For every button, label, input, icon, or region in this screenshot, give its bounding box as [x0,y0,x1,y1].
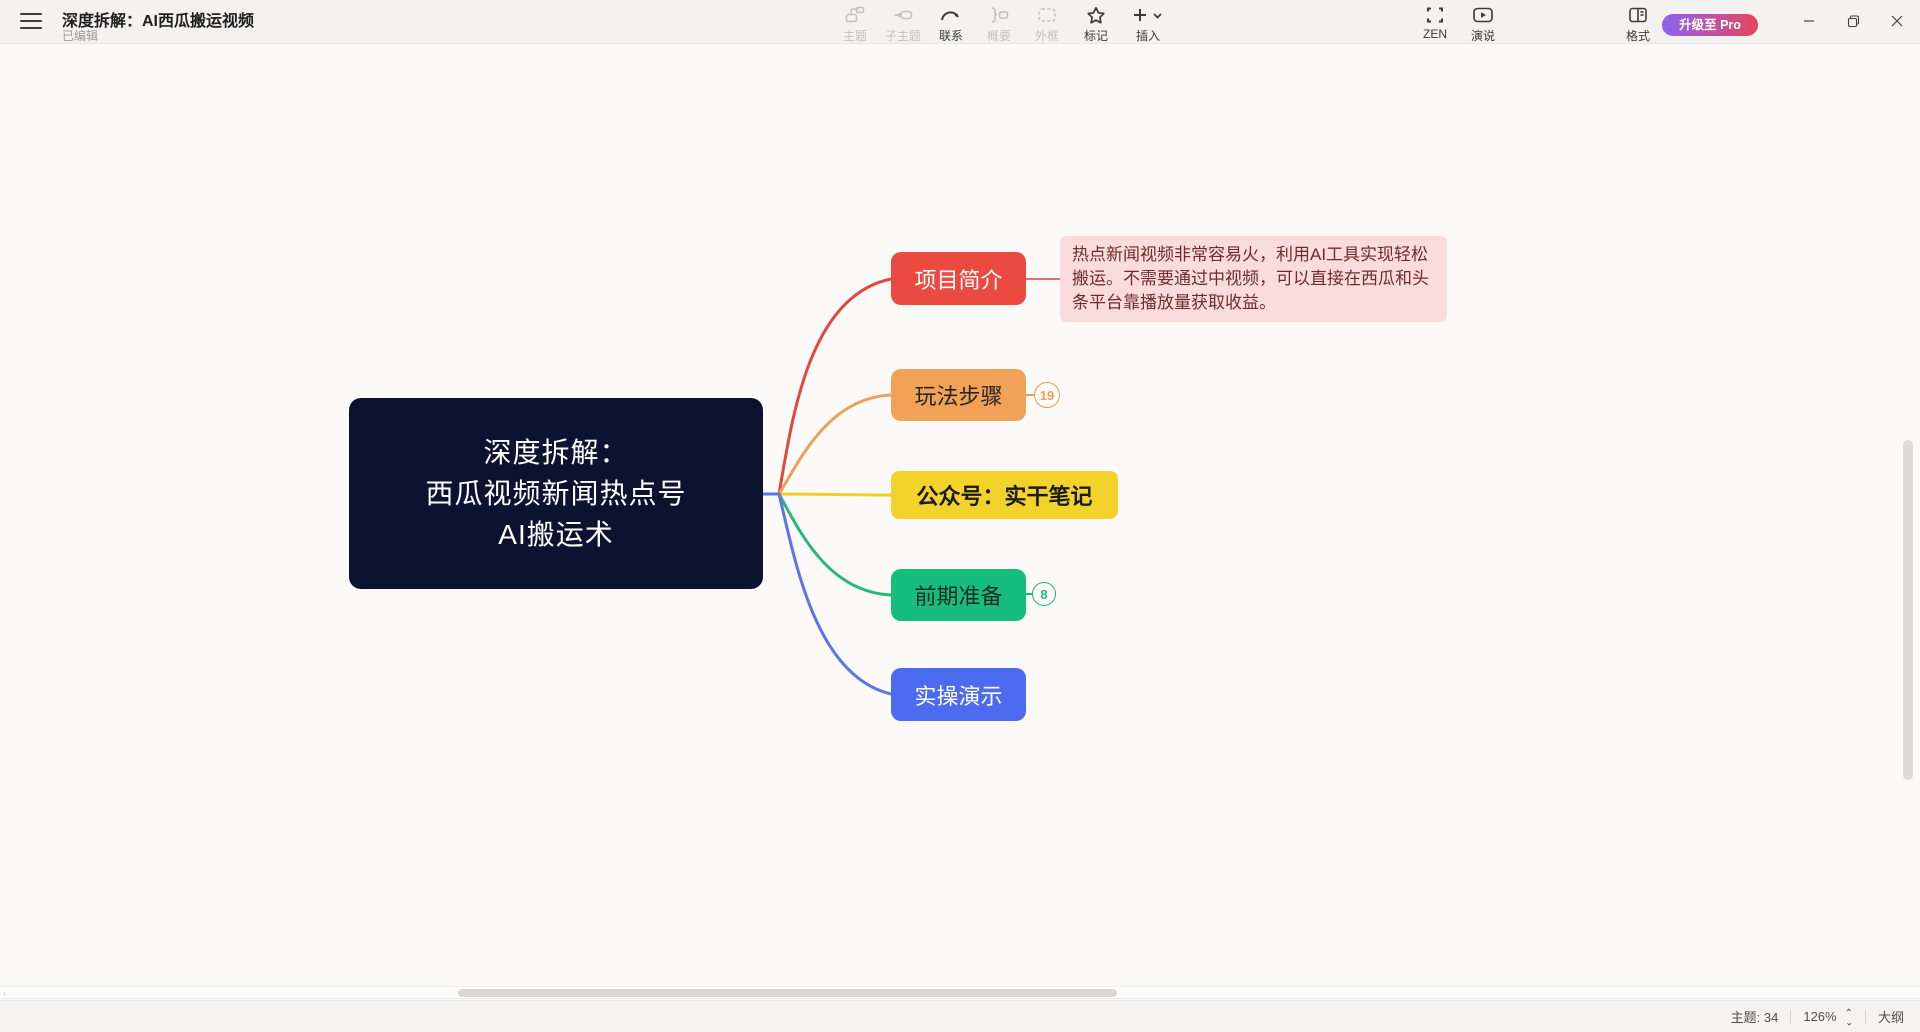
hamburger-menu-icon[interactable] [20,13,42,31]
central-topic-line2: 西瓜视频新闻热点号 [425,473,686,514]
toolbar-topic-label: 主题 [830,27,880,44]
central-topic-line1: 深度拆解： [483,432,628,473]
toolbar-insert-label: 插入 [1119,27,1177,44]
format-panel-icon [1613,5,1663,25]
present-button[interactable]: 演说 [1458,5,1508,44]
format-panel-label: 格式 [1613,27,1663,44]
present-label: 演说 [1458,27,1508,44]
statusbar-divider [1790,1010,1791,1024]
toolbar-subtopic-button[interactable]: 子主题 [878,5,928,44]
marker-star-icon [1071,5,1121,25]
present-play-icon [1458,5,1508,25]
branch-demo[interactable]: 实操演示 [891,668,1026,721]
maximize-restore-button[interactable] [1838,8,1868,34]
subtopic-icon [878,5,928,25]
project-intro-note[interactable]: 热点新闻视频非常容易火，利用AI工具实现轻松搬运。不需要通过中视频，可以直接在西… [1060,236,1447,322]
branch-preparation[interactable]: 前期准备 [891,569,1026,621]
outline-toggle[interactable]: 大纲 [1878,1007,1904,1026]
toolbar-relationship-label: 联系 [926,27,976,44]
horizontal-scrollbar-track[interactable]: ‹ [0,986,1920,999]
branch-gameplay-steps[interactable]: 玩法步骤 [891,369,1026,421]
toolbar-insert-button[interactable]: 插入 [1119,5,1177,44]
upgrade-pro-button[interactable]: 升级至 Pro [1662,14,1758,36]
topic-icon [830,5,880,25]
zen-mode-icon [1410,5,1460,25]
topic-count: 主题: 34 [1731,1007,1779,1026]
zen-mode-label: ZEN [1410,27,1460,41]
branch-wechat-account[interactable]: 公众号：实干笔记 [891,471,1118,519]
title-bar: 深度拆解：AI西瓜搬运视频 已编辑 主题 子主题 联系 概要 外框 [0,0,1920,44]
branch-project-intro[interactable]: 项目简介 [891,252,1026,305]
toolbar-topic-button[interactable]: 主题 [830,5,880,44]
toolbar-marker-button[interactable]: 标记 [1071,5,1121,44]
toolbar-relationship-button[interactable]: 联系 [926,5,976,44]
relationship-icon [926,5,976,25]
zoom-level[interactable]: 126% [1803,1009,1836,1024]
minimize-button[interactable] [1794,8,1824,34]
toolbar-subtopic-label: 子主题 [878,27,928,44]
toolbar-summary-button[interactable]: 概要 [974,5,1024,44]
zen-mode-button[interactable]: ZEN [1410,5,1460,41]
format-panel-button[interactable]: 格式 [1613,5,1663,44]
summary-icon [974,5,1024,25]
collapsed-count-badge-8[interactable]: 8 [1032,582,1056,606]
zoom-stepper-icon[interactable]: ⌃⌃ [1845,1011,1853,1023]
toolbar-summary-label: 概要 [974,27,1024,44]
vertical-scrollbar-thumb[interactable] [1903,440,1913,780]
central-topic[interactable]: 深度拆解： 西瓜视频新闻热点号 AI搬运术 [349,398,763,589]
toolbar-boundary-label: 外框 [1022,27,1072,44]
insert-plus-icon [1119,5,1177,25]
toolbar-marker-label: 标记 [1071,27,1121,44]
status-bar: 主题: 34 126% ⌃⌃ 大纲 [0,1000,1920,1032]
edit-status: 已编辑 [62,27,98,44]
statusbar-divider [1865,1010,1866,1024]
toolbar-boundary-button[interactable]: 外框 [1022,5,1072,44]
horizontal-scrollbar-thumb[interactable] [458,989,1117,997]
central-topic-line3: AI搬运术 [498,514,613,555]
scroll-left-arrow-icon[interactable]: ‹ [3,987,6,999]
boundary-icon [1022,5,1072,25]
collapsed-count-badge-19[interactable]: 19 [1034,382,1060,408]
close-button[interactable] [1882,8,1912,34]
